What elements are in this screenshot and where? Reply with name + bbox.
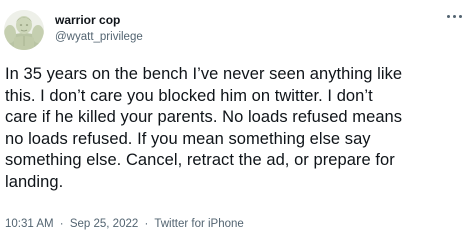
tweet-text: In 35 years on the bench I’ve never seen… <box>5 64 471 193</box>
tweet-date[interactable]: Sep 25, 2022 <box>70 218 138 230</box>
avatar[interactable] <box>4 10 44 50</box>
tweet-card: warrior cop @wyatt_privilege In 35 years… <box>0 0 474 241</box>
author-handle[interactable]: @wyatt_privilege <box>55 31 143 43</box>
tweet-text-line: no loads refused. If you mean something … <box>5 129 371 148</box>
meta-separator: · <box>144 218 149 230</box>
statue-avatar-icon <box>4 10 44 50</box>
author-display-name[interactable]: warrior cop <box>55 13 120 27</box>
tweet-source[interactable]: Twitter for iPhone <box>154 218 243 230</box>
tweet-text-line: care if he killed your parents. No loads… <box>5 108 403 126</box>
more-options-icon[interactable] <box>440 7 468 25</box>
tweet-text-line: something else. Cancel, retract the ad, … <box>5 151 395 169</box>
tweet-text-line: this. I don’t care you blocked him on tw… <box>5 86 373 105</box>
meta-separator: · <box>59 218 64 230</box>
tweet-text-line: In 35 years on the bench I’ve never seen… <box>5 65 403 83</box>
tweet-time[interactable]: 10:31 AM <box>5 218 54 230</box>
tweet-text-line: landing. <box>5 172 64 191</box>
tweet-meta: 10:31 AM · Sep 25, 2022 · Twitter for iP… <box>5 218 244 230</box>
